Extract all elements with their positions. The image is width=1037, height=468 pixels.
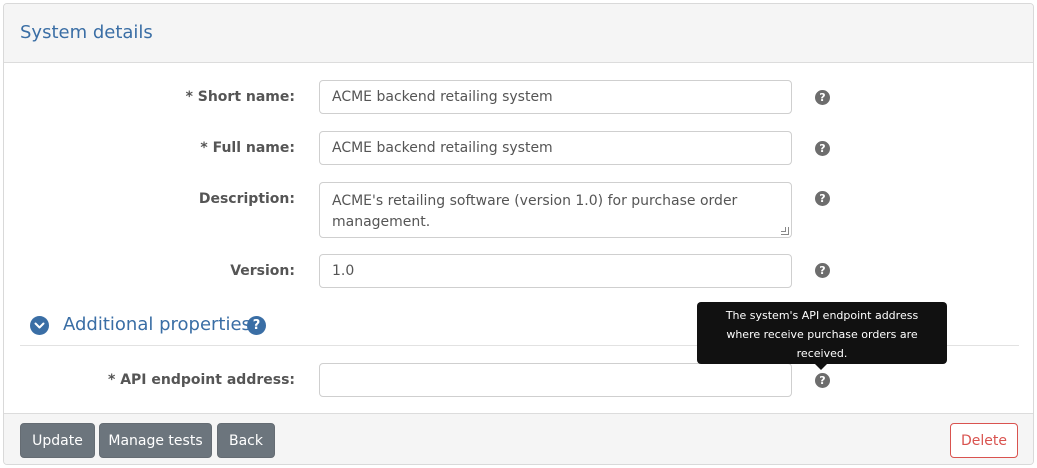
panel-title: System details (20, 22, 153, 43)
description-help-icon[interactable]: ? (815, 191, 830, 206)
full-name-help-icon[interactable]: ? (815, 141, 830, 156)
api-endpoint-help-icon[interactable]: ? (815, 373, 830, 388)
chevron-down-icon (34, 322, 45, 328)
description-textarea[interactable]: ACME's retailing software (version 1.0) … (319, 182, 792, 238)
version-input[interactable]: 1.0 (319, 254, 792, 288)
panel-footer: Update Manage tests Back Delete (4, 413, 1033, 464)
resize-grip-icon[interactable] (781, 227, 789, 235)
tooltip-line-1: The system's API endpoint address (725, 309, 919, 322)
version-help-icon[interactable]: ? (815, 263, 830, 278)
api-endpoint-input[interactable] (319, 363, 792, 397)
update-button[interactable]: Update (20, 423, 95, 458)
short-name-input[interactable]: ACME backend retailing system (319, 80, 792, 114)
additional-properties-title[interactable]: Additional properties (63, 314, 251, 335)
description-text: ACME's retailing software (version 1.0) … (332, 193, 738, 230)
api-endpoint-label: * API endpoint address: (108, 372, 295, 388)
description-label: Description: (198, 191, 295, 207)
full-name-label: * Full name: (200, 140, 295, 156)
version-label: Version: (230, 263, 295, 279)
tooltip-line-3: received. (796, 347, 848, 360)
system-details-panel: System details * Short name: ACME backen… (3, 3, 1034, 465)
api-endpoint-tooltip: The system's API endpoint address where … (697, 302, 947, 370)
short-name-label: * Short name: (185, 89, 295, 105)
full-name-input[interactable]: ACME backend retailing system (319, 131, 792, 165)
delete-button[interactable]: Delete (950, 423, 1018, 458)
additional-properties-toggle[interactable] (30, 316, 49, 335)
tooltip-line-2: where receive purchase orders are (726, 328, 918, 341)
manage-tests-button[interactable]: Manage tests (99, 423, 212, 458)
panel-header: System details (4, 4, 1033, 63)
back-button[interactable]: Back (217, 423, 275, 458)
additional-properties-help-icon[interactable]: ? (247, 316, 266, 335)
short-name-help-icon[interactable]: ? (815, 90, 830, 105)
